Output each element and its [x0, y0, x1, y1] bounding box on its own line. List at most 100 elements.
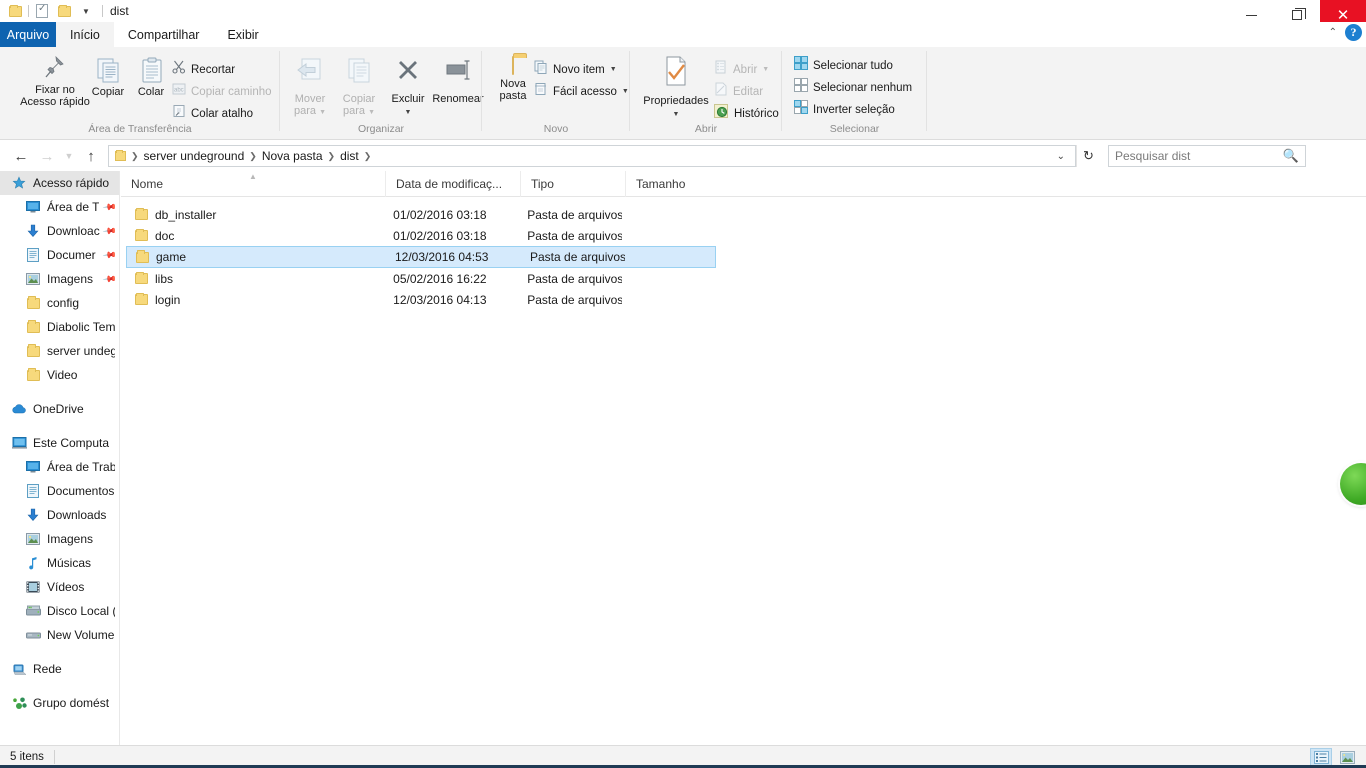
- invert-selection-button[interactable]: Inverter seleção: [794, 100, 895, 119]
- chevron-down-icon[interactable]: ▼: [622, 88, 629, 95]
- sidebar-item-downloads-pc[interactable]: Downloads: [0, 503, 119, 527]
- edit-icon: [714, 82, 728, 101]
- column-header-tipo[interactable]: Tipo: [520, 170, 625, 197]
- chevron-up-icon[interactable]: ⌃: [1329, 27, 1337, 38]
- move-to-label: Mover para ▼: [293, 93, 327, 117]
- sidebar-item-imagens-pc[interactable]: Imagens: [0, 527, 119, 551]
- table-row[interactable]: login 12/03/2016 04:13 Pasta de arquivos: [126, 289, 701, 310]
- details-view-button[interactable]: [1310, 747, 1332, 767]
- new-folder-button[interactable]: Nova pasta: [490, 56, 536, 102]
- music-icon: [24, 556, 42, 570]
- navigation-pane[interactable]: Acesso rápido Área de T 📌 Downloac 📌 Doc…: [0, 171, 120, 745]
- edit-button[interactable]: Editar: [714, 82, 763, 101]
- file-name-cell[interactable]: libs: [126, 271, 383, 286]
- sidebar-item-label: Rede: [33, 662, 62, 676]
- tab-compartilhar[interactable]: Compartilhar: [114, 22, 214, 47]
- large-icons-view-button[interactable]: [1336, 748, 1358, 767]
- breadcrumb-item-2[interactable]: dist: [337, 149, 362, 163]
- copy-path-button[interactable]: abc Copiar caminho: [172, 82, 272, 101]
- table-row[interactable]: libs 05/02/2016 16:22 Pasta de arquivos: [126, 268, 701, 289]
- history-button[interactable]: Histórico: [714, 104, 779, 123]
- divider: [926, 51, 927, 131]
- back-button[interactable]: ←: [8, 143, 34, 169]
- rename-button[interactable]: Renomear: [432, 57, 484, 105]
- sidebar-item-downloads[interactable]: Downloac 📌: [0, 219, 119, 243]
- pictures-icon: [24, 533, 42, 545]
- breadcrumb-item-1[interactable]: Nova pasta: [259, 149, 326, 163]
- sidebar-item-label: New Volume: [47, 628, 115, 642]
- file-explorer-window: ▼ dist ✕ Arquivo Início Compartilhar Exi…: [0, 0, 1366, 768]
- file-name-cell[interactable]: db_installer: [126, 207, 383, 222]
- paste-shortcut-button[interactable]: Colar atalho: [172, 104, 253, 123]
- open-icon: [714, 60, 728, 79]
- forward-button[interactable]: →: [34, 143, 60, 169]
- cut-button[interactable]: Recortar: [172, 60, 235, 79]
- new-folder-icon[interactable]: [53, 1, 75, 21]
- chevron-down-icon[interactable]: ▼: [610, 66, 617, 73]
- pin-icon: [43, 55, 67, 81]
- folder-icon[interactable]: [4, 1, 26, 21]
- sidebar-item-este-computador[interactable]: Este Computa: [0, 431, 119, 455]
- file-list-pane[interactable]: Nome Data de modificaç... Tipo Tamanho ▲: [121, 170, 1366, 745]
- tab-exibir[interactable]: Exibir: [213, 22, 272, 47]
- column-header-data-modificacao[interactable]: Data de modificaç...: [385, 170, 520, 197]
- easy-access-button[interactable]: Fácil acesso ▼: [534, 82, 629, 101]
- up-button[interactable]: ↑: [78, 143, 104, 169]
- sidebar-item-documentos-pc[interactable]: Documentos: [0, 479, 119, 503]
- sidebar-item-new-volume[interactable]: New Volume: [0, 623, 119, 647]
- sidebar-item-diabolic-tem[interactable]: Diabolic Tem: [0, 315, 119, 339]
- new-item-button[interactable]: Novo item ▼: [534, 60, 617, 79]
- copy-path-label: Copiar caminho: [191, 85, 272, 98]
- properties-icon[interactable]: [31, 1, 53, 21]
- pin-to-quick-access-button[interactable]: Fixar no Acesso rápido: [14, 55, 96, 108]
- sidebar-item-documentos[interactable]: Documer 📌: [0, 243, 119, 267]
- sidebar-item-acesso-rapido[interactable]: Acesso rápido: [0, 171, 119, 195]
- delete-button[interactable]: Excluir ▼: [384, 57, 432, 119]
- chevron-down-icon[interactable]: ▼: [762, 66, 769, 73]
- column-header-tamanho[interactable]: Tamanho: [625, 170, 705, 197]
- sidebar-item-musicas[interactable]: Músicas: [0, 551, 119, 575]
- copy-button[interactable]: Copiar: [86, 57, 130, 98]
- move-to-button[interactable]: Mover para ▼: [286, 57, 334, 119]
- table-row[interactable]: db_installer 01/02/2016 03:18 Pasta de a…: [126, 204, 701, 225]
- file-name-cell[interactable]: doc: [126, 228, 383, 243]
- sidebar-item-video[interactable]: Video: [0, 363, 119, 387]
- search-icon[interactable]: 🔍: [1283, 148, 1299, 164]
- file-name-cell[interactable]: game: [127, 250, 385, 264]
- pin-icon: 📌: [102, 247, 118, 263]
- search-box[interactable]: Pesquisar dist 🔍: [1108, 145, 1306, 167]
- table-row[interactable]: game 12/03/2016 04:53 Pasta de arquivos: [126, 246, 716, 268]
- sidebar-item-area-de-trabalho[interactable]: Área de T 📌: [0, 195, 119, 219]
- sidebar-item-area-de-trab[interactable]: Área de Trab: [0, 455, 119, 479]
- sidebar-item-grupo-domestico[interactable]: Grupo domést: [0, 691, 119, 715]
- copy-icon: [95, 57, 121, 83]
- sidebar-item-server-undeg[interactable]: server undeg: [0, 339, 119, 363]
- sidebar-item-imagens[interactable]: Imagens 📌: [0, 267, 119, 291]
- breadcrumb-item-0[interactable]: server undeground: [141, 149, 248, 163]
- search-input[interactable]: Pesquisar dist: [1115, 149, 1190, 163]
- chevron-down-icon[interactable]: ⌄: [1051, 151, 1071, 162]
- sidebar-item-config[interactable]: config: [0, 291, 119, 315]
- tab-arquivo[interactable]: Arquivo: [0, 22, 56, 47]
- copy-to-button[interactable]: Copiar para ▼: [335, 57, 383, 119]
- sidebar-item-label: Downloac: [47, 224, 100, 238]
- sidebar-item-disco-local[interactable]: Disco Local (: [0, 599, 119, 623]
- table-row[interactable]: doc 01/02/2016 03:18 Pasta de arquivos: [126, 225, 701, 246]
- open-button[interactable]: Abrir ▼: [714, 60, 769, 79]
- tab-inicio[interactable]: Início: [56, 22, 114, 47]
- select-all-button[interactable]: Selecionar tudo: [794, 56, 893, 75]
- help-icon[interactable]: ?: [1345, 24, 1362, 41]
- properties-button[interactable]: Propriedades ▼: [638, 55, 714, 121]
- sidebar-item-onedrive[interactable]: OneDrive: [0, 397, 119, 421]
- new-item-icon: [534, 60, 548, 79]
- chevron-down-icon[interactable]: ▼: [75, 1, 97, 21]
- sidebar-item-rede[interactable]: Rede: [0, 657, 119, 681]
- sidebar-item-videos[interactable]: Vídeos: [0, 575, 119, 599]
- refresh-button[interactable]: ↻: [1076, 145, 1100, 167]
- select-none-button[interactable]: Selecionar nenhum: [794, 78, 912, 97]
- recent-locations-button[interactable]: ▼: [60, 143, 78, 169]
- breadcrumb-separator[interactable]: ❯: [362, 151, 374, 162]
- file-name-cell[interactable]: login: [126, 292, 383, 307]
- address-bar[interactable]: ❯ server undeground ❯ Nova pasta ❯ dist …: [108, 145, 1076, 167]
- paste-button[interactable]: Colar: [131, 57, 171, 98]
